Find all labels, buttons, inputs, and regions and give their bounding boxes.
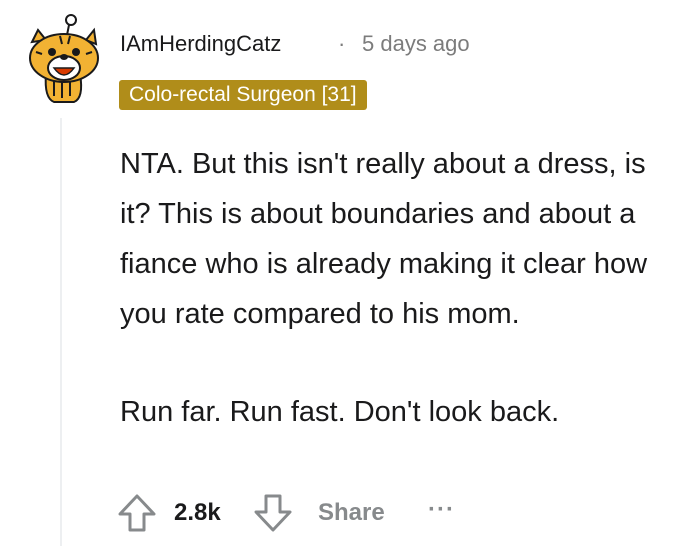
thread-line[interactable] — [60, 118, 62, 546]
downvote-button[interactable] — [252, 492, 294, 534]
user-flair: Colo-rectal Surgeon [31] — [119, 80, 367, 110]
comment-body: NTA. But this isn't really about a dress… — [120, 139, 680, 437]
comment-timestamp[interactable]: 5 days ago — [362, 31, 470, 57]
user-avatar[interactable] — [24, 12, 100, 106]
comment-actions: 2.8k Share ··· — [110, 486, 510, 540]
snoo-cat-avatar-icon — [29, 14, 99, 103]
comment-author[interactable]: IAmHerdingCatz — [120, 31, 281, 57]
vote-score: 2.8k — [174, 499, 221, 526]
upvote-button[interactable] — [116, 492, 158, 534]
arrow-up-icon — [118, 494, 156, 532]
comment-paragraph: Run far. Run fast. Don't look back. — [120, 396, 560, 428]
more-dots-icon[interactable]: ··· — [428, 496, 455, 524]
arrow-down-icon — [254, 494, 292, 532]
share-button[interactable]: Share — [318, 499, 385, 527]
comment-paragraph: NTA. But this isn't really about a dress… — [120, 148, 648, 330]
meta-separator: · — [338, 31, 346, 56]
